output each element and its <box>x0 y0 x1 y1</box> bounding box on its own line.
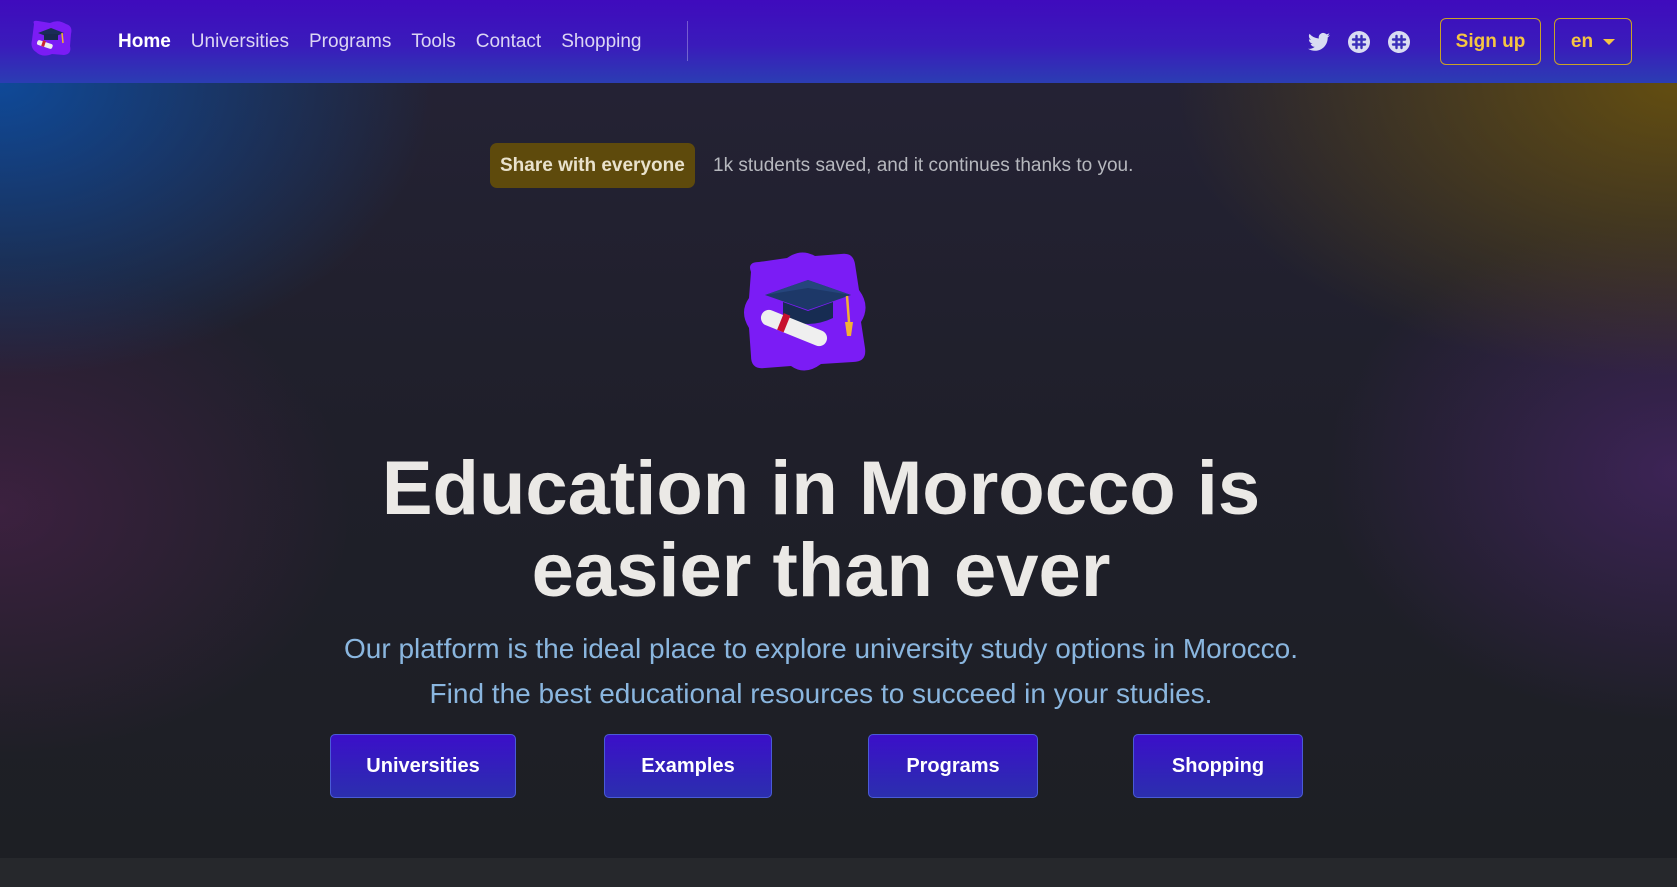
share-message: 1k students saved, and it continues than… <box>713 155 1134 176</box>
hero-subtitle-line2: Find the best educational resources to s… <box>429 678 1213 709</box>
hero-subtitle-line1: Our platform is the ideal place to explo… <box>343 633 1298 664</box>
nav-shopping[interactable]: Shopping <box>561 31 641 53</box>
language-label: en <box>1570 30 1594 52</box>
twitter-icon[interactable] <box>1307 30 1331 54</box>
hero-subtitle: Our platform is the ideal place to explo… <box>0 626 1642 716</box>
language-dropdown[interactable]: en <box>1554 18 1632 65</box>
hero-title-line2: easier than ever <box>531 528 1111 613</box>
nav-contact[interactable]: Contact <box>476 31 541 53</box>
top-navbar: Home Universities Programs Tools Contact… <box>0 0 1677 83</box>
graduation-cap-icon <box>744 252 866 371</box>
nav-divider <box>687 21 688 61</box>
graduation-cap-logo[interactable] <box>28 18 74 58</box>
nav-tools[interactable]: Tools <box>411 31 455 53</box>
nav-home[interactable]: Home <box>118 31 171 53</box>
next-section-strip <box>0 858 1677 887</box>
slack-icon[interactable] <box>1387 30 1411 54</box>
caret-down-icon <box>1603 38 1616 45</box>
nav-universities[interactable]: Universities <box>191 31 289 53</box>
hero-title-line1: Education in Morocco is <box>381 446 1261 531</box>
universities-button[interactable]: Universities <box>330 734 516 798</box>
signup-button[interactable]: Sign up <box>1440 18 1541 65</box>
slack-icon[interactable] <box>1347 30 1371 54</box>
shopping-button[interactable]: Shopping <box>1133 734 1303 798</box>
share-badge[interactable]: Share with everyone <box>490 143 695 188</box>
main-nav: Home Universities Programs Tools Contact… <box>118 0 662 83</box>
nav-programs[interactable]: Programs <box>309 31 391 53</box>
examples-button[interactable]: Examples <box>604 734 772 798</box>
programs-button[interactable]: Programs <box>868 734 1038 798</box>
hero-title: Education in Morocco is easier than ever <box>0 448 1642 612</box>
